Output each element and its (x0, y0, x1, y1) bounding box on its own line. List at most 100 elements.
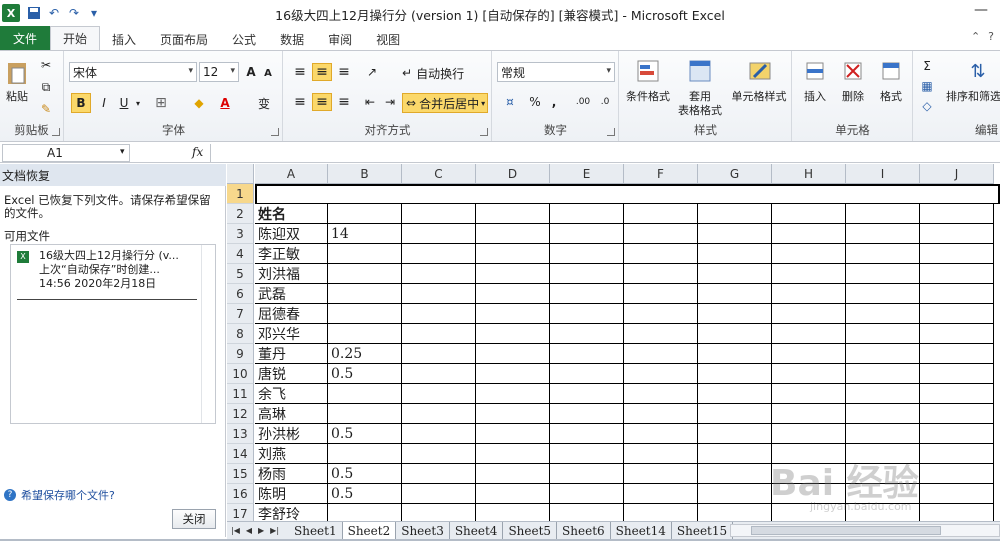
cell[interactable] (772, 264, 846, 284)
cell[interactable] (550, 304, 624, 324)
cell[interactable] (402, 244, 476, 264)
cell[interactable] (550, 384, 624, 404)
cell[interactable] (698, 404, 772, 424)
cell[interactable] (698, 204, 772, 224)
cell[interactable] (402, 224, 476, 244)
increase-decimal-button[interactable]: .00 (573, 93, 593, 111)
cell[interactable] (476, 324, 550, 344)
cell[interactable]: 董丹 (255, 344, 328, 364)
align-bottom-icon[interactable]: ≡ (334, 63, 354, 81)
row-header[interactable]: 12 (227, 404, 254, 424)
number-format-select[interactable]: 常规 ▾ (497, 62, 615, 82)
cell[interactable]: 0.25 (328, 344, 402, 364)
align-left-icon[interactable]: ≡ (290, 93, 310, 111)
cell[interactable] (624, 424, 698, 444)
align-center-icon[interactable]: ≡ (312, 93, 332, 111)
cell[interactable] (402, 504, 476, 521)
cell[interactable] (772, 444, 846, 464)
cell[interactable] (920, 424, 994, 444)
cell[interactable] (550, 364, 624, 384)
cell[interactable] (920, 284, 994, 304)
cell[interactable] (624, 284, 698, 304)
cell[interactable] (550, 424, 624, 444)
cell[interactable] (328, 264, 402, 284)
sort-filter-icon[interactable]: ⇅ (964, 57, 992, 85)
sheet-tab[interactable]: Sheet14 (611, 522, 672, 539)
row-header[interactable]: 13 (227, 424, 254, 444)
cell[interactable] (772, 244, 846, 264)
cell[interactable] (920, 504, 994, 521)
sheet-tab[interactable]: Sheet2 (342, 522, 397, 539)
cell[interactable]: 屈德春 (255, 304, 328, 324)
cell[interactable]: 陈迎双 (255, 224, 328, 244)
undo-icon[interactable]: ↶ (44, 3, 64, 23)
cell[interactable] (772, 324, 846, 344)
cell[interactable]: 杨雨 (255, 464, 328, 484)
cell[interactable] (698, 504, 772, 521)
copy-icon[interactable]: ⧉ (38, 79, 54, 95)
cell[interactable] (476, 424, 550, 444)
row-header[interactable]: 1 (227, 184, 254, 204)
column-header[interactable]: I (846, 164, 920, 184)
cell[interactable] (698, 344, 772, 364)
cell[interactable] (846, 204, 920, 224)
column-header[interactable]: B (328, 164, 402, 184)
cell[interactable] (698, 384, 772, 404)
row-header[interactable]: 9 (227, 344, 254, 364)
conditional-format-icon[interactable] (634, 57, 662, 85)
clear-icon[interactable]: ◇ (920, 99, 934, 113)
cell[interactable] (772, 284, 846, 304)
cell[interactable] (846, 404, 920, 424)
sheet-tab[interactable]: Sheet4 (450, 522, 504, 539)
row-header[interactable]: 11 (227, 384, 254, 404)
cell[interactable]: 刘燕 (255, 444, 328, 464)
cell[interactable] (920, 244, 994, 264)
cell[interactable]: 0.5 (328, 484, 402, 504)
cell[interactable] (772, 304, 846, 324)
cell[interactable] (624, 204, 698, 224)
tab-home[interactable]: 开始 (50, 26, 101, 50)
format-table-button-line1[interactable]: 套用 (678, 89, 722, 103)
cell[interactable] (476, 364, 550, 384)
scrollbar-thumb[interactable] (751, 526, 941, 535)
cell[interactable] (920, 264, 994, 284)
cell[interactable] (328, 284, 402, 304)
cell[interactable] (476, 504, 550, 521)
number-launcher-icon[interactable] (607, 128, 615, 136)
cell[interactable]: 刘洪福 (255, 264, 328, 284)
clipboard-launcher-icon[interactable] (52, 128, 60, 136)
cell[interactable] (476, 444, 550, 464)
cell[interactable]: 孙洪彬 (255, 424, 328, 444)
close-button[interactable]: 关闭 (172, 509, 216, 529)
cell[interactable] (328, 244, 402, 264)
cell[interactable] (328, 304, 402, 324)
cell[interactable] (772, 404, 846, 424)
customize-qat-icon[interactable]: ▾ (84, 3, 104, 23)
first-sheet-icon[interactable]: |◀ (231, 526, 240, 535)
cell[interactable] (920, 344, 994, 364)
row-header[interactable]: 17 (227, 504, 254, 521)
font-launcher-icon[interactable] (271, 128, 279, 136)
save-icon[interactable] (24, 3, 44, 23)
format-painter-icon[interactable]: ✎ (38, 101, 54, 117)
cell[interactable] (550, 504, 624, 521)
cell[interactable]: 0.5 (328, 464, 402, 484)
selected-cell-a1[interactable] (255, 184, 1000, 204)
cell[interactable] (402, 424, 476, 444)
help-icon-top[interactable]: ? (988, 30, 994, 43)
column-header[interactable]: F (624, 164, 698, 184)
cell[interactable]: 0.5 (328, 364, 402, 384)
formula-input[interactable] (210, 144, 1000, 162)
delete-cells-icon[interactable] (839, 57, 867, 85)
cell[interactable] (624, 344, 698, 364)
sheet-tab[interactable]: Sheet1 (289, 522, 343, 539)
cell[interactable] (476, 344, 550, 364)
wrap-text-button[interactable]: ↵ 自动换行 (402, 63, 488, 83)
cell[interactable] (550, 204, 624, 224)
align-top-icon[interactable]: ≡ (290, 63, 310, 81)
cell[interactable] (550, 344, 624, 364)
cell[interactable] (846, 244, 920, 264)
cell[interactable] (328, 384, 402, 404)
cell[interactable] (846, 344, 920, 364)
cell[interactable] (772, 504, 846, 521)
